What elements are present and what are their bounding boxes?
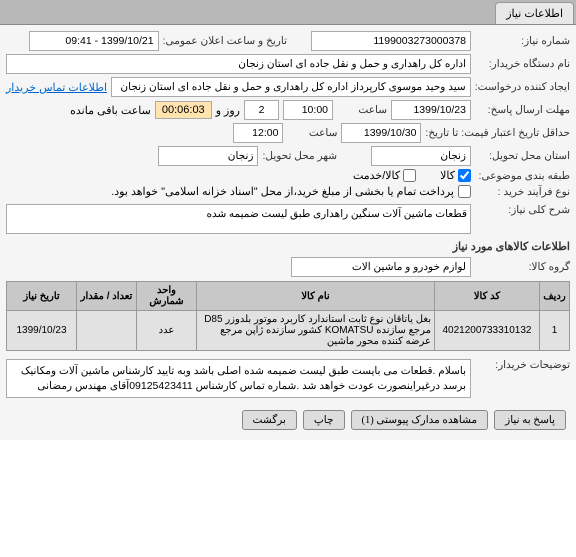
org-label: نام دستگاه خریدار: xyxy=(475,58,570,70)
footer-buttons: پاسخ به نیاز مشاهده مدارک پیوستی (1) چاپ… xyxy=(6,406,570,434)
th-name: نام کالا xyxy=(197,282,435,311)
td-unit: عدد xyxy=(137,311,197,351)
th-date: تاریخ نیاز xyxy=(7,282,77,311)
announce-value xyxy=(29,31,159,51)
group-value xyxy=(291,257,471,277)
print-button[interactable]: چاپ xyxy=(303,410,345,430)
purchase-type-checkbox[interactable] xyxy=(458,185,471,198)
items-table: ردیف کد کالا نام کالا واحد شمارش تعداد /… xyxy=(6,281,570,351)
service-checkbox[interactable] xyxy=(403,169,416,182)
deadline-date xyxy=(391,100,471,120)
validity-label: حداقل تاریخ اعتبار قیمت: تا تاریخ: xyxy=(425,127,570,139)
creator-value xyxy=(111,77,471,97)
buyer-notes: باسلام .قطعات می بایست طبق لیست ضمیمه شد… xyxy=(6,359,471,398)
service-check-label: کالا/خدمت xyxy=(353,169,400,182)
budget-label: طبقه بندی موضوعی: xyxy=(475,170,570,182)
th-row: ردیف xyxy=(540,282,570,311)
deadline-label: مهلت ارسال پاسخ: xyxy=(475,104,570,116)
td-code: 4021200733310132 xyxy=(435,311,540,351)
org-value xyxy=(6,54,471,74)
need-number-label: شماره نیاز: xyxy=(475,35,570,47)
buyer-notes-label: توضیحات خریدار: xyxy=(475,359,570,371)
countdown: 00:06:03 xyxy=(155,101,212,119)
td-idx: 1 xyxy=(540,311,570,351)
validity-date xyxy=(341,123,421,143)
reply-button[interactable]: پاسخ به نیاز xyxy=(494,410,566,430)
attachments-button[interactable]: مشاهده مدارک پیوستی (1) xyxy=(351,410,489,430)
delivery-state xyxy=(371,146,471,166)
content-panel: شماره نیاز: تاریخ و ساعت اعلان عمومی: نا… xyxy=(0,25,576,440)
remaining-label: ساعت باقی مانده xyxy=(70,104,151,117)
items-section-title: اطلاعات کالاهای مورد نیاز xyxy=(6,240,570,253)
td-name: بغل یاتاقان نوع ثابت استاندارد کاربرد مو… xyxy=(197,311,435,351)
goods-check-label: کالا xyxy=(440,169,455,182)
goods-checkbox-field: کالا xyxy=(440,169,471,182)
deadline-time xyxy=(283,100,333,120)
deadline-time-label: ساعت xyxy=(337,104,387,116)
goods-checkbox[interactable] xyxy=(458,169,471,182)
back-button[interactable]: برگشت xyxy=(242,410,297,430)
td-date: 1399/10/23 xyxy=(7,311,77,351)
delivery-state-label: استان محل تحویل: xyxy=(475,150,570,162)
tabs-bar: اطلاعات نیاز xyxy=(0,0,576,25)
delivery-city xyxy=(158,146,258,166)
table-row: 1 4021200733310132 بغل یاتاقان نوع ثابت … xyxy=(7,311,570,351)
need-number xyxy=(311,31,471,51)
validity-time xyxy=(233,123,283,143)
days-label: روز و xyxy=(216,104,240,117)
desc-textarea: قطعات ماشین آلات سنگین راهداری طبق لیست … xyxy=(6,204,471,234)
purchase-type-text: پرداخت تمام یا بخشی از مبلغ خرید،از محل … xyxy=(111,185,454,198)
td-qty xyxy=(77,311,137,351)
days-value xyxy=(244,100,279,120)
group-label: گروه کالا: xyxy=(475,261,570,273)
tab-need-info[interactable]: اطلاعات نیاز xyxy=(495,2,574,24)
desc-label: شرح کلی نیاز: xyxy=(475,204,570,216)
th-code: کد کالا xyxy=(435,282,540,311)
th-unit: واحد شمارش xyxy=(137,282,197,311)
delivery-city-label: شهر محل تحویل: xyxy=(262,150,337,162)
creator-label: ایجاد کننده درخواست: xyxy=(475,81,570,93)
th-qty: تعداد / مقدار xyxy=(77,282,137,311)
validity-time-label: ساعت xyxy=(287,127,337,139)
announce-label: تاریخ و ساعت اعلان عمومی: xyxy=(163,35,287,47)
buyer-contact-link[interactable]: اطلاعات تماس خریدار xyxy=(6,81,107,94)
purchase-type-label: نوع فرآیند خرید : xyxy=(475,186,570,198)
service-checkbox-field: کالا/خدمت xyxy=(353,169,416,182)
